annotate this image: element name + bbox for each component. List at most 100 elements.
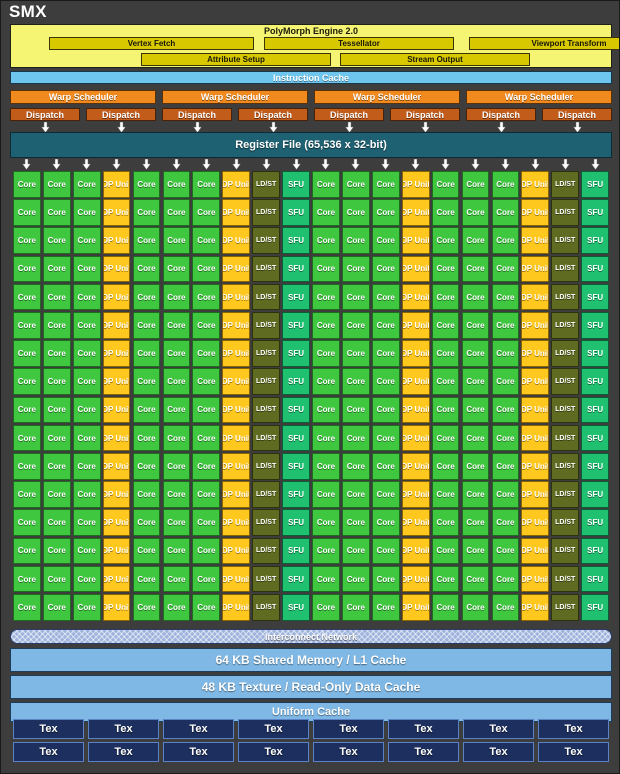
core-unit: Core (162, 565, 191, 593)
polymorph-stage-tessellator[interactable]: Tessellator (264, 37, 454, 50)
core-unit: Core (342, 594, 370, 621)
core-unit: Core (312, 424, 340, 452)
core-unit: Core (342, 537, 370, 565)
core-unit: Core (342, 283, 370, 311)
dispatch-unit-8[interactable]: Dispatch (542, 108, 612, 121)
dispatch-unit-7[interactable]: Dispatch (466, 108, 536, 121)
register-file-arrow-15 (441, 159, 451, 170)
core-unit: Core (13, 199, 41, 226)
dp-unit: DP Unit (401, 594, 430, 621)
dp-unit: DP Unit (401, 537, 430, 565)
core-unit: Core (72, 283, 101, 311)
core-unit: Core (342, 453, 370, 480)
polymorph-stage-attribute-setup[interactable]: Attribute Setup (141, 53, 331, 66)
core-unit: Core (342, 368, 370, 395)
core-unit: Core (42, 312, 71, 339)
ldst-unit: LD/ST (551, 368, 580, 395)
dp-unit: DP Unit (102, 171, 131, 198)
dp-unit: DP Unit (401, 171, 430, 198)
core-unit: Core (192, 312, 221, 339)
ldst-unit: LD/ST (551, 424, 580, 452)
dp-unit: DP Unit (222, 537, 251, 565)
core-unit: Core (342, 340, 370, 367)
core-unit: Core (491, 255, 520, 283)
core-unit: Core (13, 227, 41, 254)
dispatch-unit-2[interactable]: Dispatch (86, 108, 156, 121)
ldst-unit: LD/ST (551, 396, 580, 424)
register-file-arrow-9 (261, 159, 271, 170)
ldst-unit: LD/ST (252, 537, 280, 565)
polymorph-engine-block: PolyMorph Engine 2.0 Vertex Fetch Tessell… (10, 24, 619, 68)
core-unit: Core (162, 227, 191, 254)
register-file-arrow-5 (141, 159, 151, 170)
warp-scheduler-4[interactable]: Warp Scheduler (466, 90, 612, 104)
dp-unit: DP Unit (222, 396, 251, 424)
core-unit: Core (13, 481, 41, 508)
dp-unit: DP Unit (222, 565, 251, 593)
core-unit: Core (42, 199, 71, 226)
core-unit: Core (342, 255, 370, 283)
sfu-unit: SFU (581, 594, 609, 621)
core-unit: Core (132, 453, 161, 480)
dispatch-unit-4[interactable]: Dispatch (238, 108, 308, 121)
core-unit: Core (312, 227, 340, 254)
core-unit: Core (132, 565, 161, 593)
dp-unit: DP Unit (102, 537, 131, 565)
dp-unit: DP Unit (222, 171, 251, 198)
sfu-unit: SFU (282, 340, 310, 367)
texture-unit: Tex (88, 719, 159, 739)
core-unit: Core (312, 255, 340, 283)
core-unit: Core (42, 283, 71, 311)
dp-unit: DP Unit (222, 255, 251, 283)
core-unit: Core (72, 565, 101, 593)
core-unit: Core (132, 368, 161, 395)
warp-scheduler-1[interactable]: Warp Scheduler (10, 90, 156, 104)
sfu-unit: SFU (282, 537, 310, 565)
sfu-unit: SFU (581, 171, 609, 198)
dp-unit: DP Unit (222, 481, 251, 508)
sfu-unit: SFU (581, 481, 609, 508)
ldst-unit: LD/ST (551, 171, 580, 198)
core-unit: Core (132, 424, 161, 452)
core-unit: Core (491, 312, 520, 339)
core-unit: Core (132, 171, 161, 198)
core-unit: Core (162, 509, 191, 536)
sfu-unit: SFU (282, 481, 310, 508)
core-unit: Core (13, 537, 41, 565)
core-unit: Core (461, 199, 490, 226)
core-unit: Core (72, 481, 101, 508)
polymorph-stage-stream-output[interactable]: Stream Output (340, 53, 530, 66)
dp-unit: DP Unit (102, 368, 131, 395)
dp-unit: DP Unit (102, 396, 131, 424)
dispatch-unit-5[interactable]: Dispatch (314, 108, 384, 121)
core-unit: Core (192, 255, 221, 283)
warp-scheduler-3[interactable]: Warp Scheduler (314, 90, 460, 104)
core-unit: Core (491, 227, 520, 254)
ldst-unit: LD/ST (252, 424, 280, 452)
core-unit: Core (431, 227, 460, 254)
dispatch-unit-6[interactable]: Dispatch (390, 108, 460, 121)
core-unit: Core (192, 227, 221, 254)
core-unit: Core (42, 227, 71, 254)
dp-unit: DP Unit (222, 594, 251, 621)
dispatch-unit-3[interactable]: Dispatch (162, 108, 232, 121)
core-unit: Core (312, 481, 340, 508)
core-unit: Core (431, 368, 460, 395)
dispatch-unit-1[interactable]: Dispatch (10, 108, 80, 121)
polymorph-stage-vertex-fetch[interactable]: Vertex Fetch (49, 37, 254, 50)
sfu-unit: SFU (581, 537, 609, 565)
core-unit: Core (431, 509, 460, 536)
warp-scheduler-2[interactable]: Warp Scheduler (162, 90, 308, 104)
page-title: SMX (9, 2, 47, 21)
dp-unit: DP Unit (521, 283, 550, 311)
core-unit: Core (162, 424, 191, 452)
sfu-unit: SFU (581, 368, 609, 395)
core-unit: Core (72, 424, 101, 452)
interconnect-network: Interconnect Network (10, 629, 612, 644)
core-unit: Core (72, 199, 101, 226)
core-unit: Core (491, 565, 520, 593)
dp-unit: DP Unit (401, 340, 430, 367)
register-file-arrow-19 (560, 159, 570, 170)
core-unit: Core (42, 171, 71, 198)
polymorph-stage-viewport-transform[interactable]: Viewport Transform (469, 37, 619, 50)
